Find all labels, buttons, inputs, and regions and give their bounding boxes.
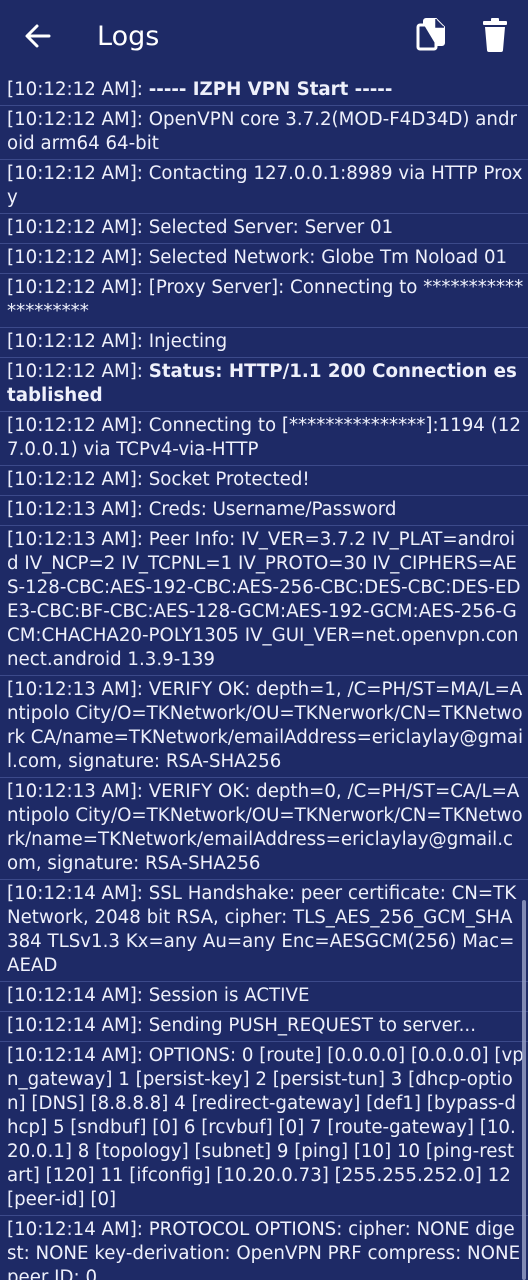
log-entry: [10:12:14 AM]: OPTIONS: 0 [route] [0.0.0… [0,1042,528,1216]
log-entry: [10:12:12 AM]: Status: HTTP/1.1 200 Conn… [0,358,528,412]
log-message: Peer Info: IV_VER=3.7.2 IV_PLAT=android … [7,529,521,670]
app-bar: Logs [0,0,528,76]
arrow-left-icon [25,24,51,48]
log-timestamp: [10:12:12 AM]: [7,331,143,352]
log-timestamp: [10:12:12 AM]: [7,415,143,436]
scrollbar[interactable] [522,900,526,1280]
log-timestamp: [10:12:12 AM]: [7,277,143,298]
log-entry: [10:12:13 AM]: VERIFY OK: depth=1, /C=PH… [0,676,528,778]
log-timestamp: [10:12:13 AM]: [7,499,143,520]
log-timestamp: [10:12:14 AM]: [7,1219,143,1240]
log-entry: [10:12:12 AM]: ----- IZPH VPN Start ----… [0,76,528,106]
log-message: Selected Network: Globe Tm Noload 01 [148,247,508,268]
copy-icon [416,18,445,51]
log-timestamp: [10:12:14 AM]: [7,883,143,904]
log-timestamp: [10:12:13 AM]: [7,781,143,802]
log-message: Socket Protected! [148,469,310,490]
log-timestamp: [10:12:12 AM]: [7,79,143,100]
page-title: Logs [97,21,160,52]
log-entry: [10:12:14 AM]: Sending PUSH_REQUEST to s… [0,1012,528,1042]
log-message: Selected Server: Server 01 [148,217,394,238]
log-entry: [10:12:13 AM]: Peer Info: IV_VER=3.7.2 I… [0,526,528,676]
log-message: Injecting [148,331,228,352]
log-message: Sending PUSH_REQUEST to server... [148,1015,476,1036]
log-message: ----- IZPH VPN Start ----- [148,79,393,100]
log-timestamp: [10:12:12 AM]: [7,247,143,268]
log-entry: [10:12:13 AM]: VERIFY OK: depth=0, /C=PH… [0,778,528,880]
log-timestamp: [10:12:12 AM]: [7,109,143,130]
log-entry: [10:12:12 AM]: Connecting to [**********… [0,412,528,466]
log-entry: [10:12:12 AM]: OpenVPN core 3.7.2(MOD-F4… [0,106,528,160]
log-timestamp: [10:12:14 AM]: [7,1015,143,1036]
log-entry: [10:12:12 AM]: [Proxy Server]: Connectin… [0,274,528,328]
log-timestamp: [10:12:13 AM]: [7,679,143,700]
log-entry: [10:12:12 AM]: Selected Server: Server 0… [0,214,528,244]
log-timestamp: [10:12:14 AM]: [7,1045,143,1066]
log-entry: [10:12:12 AM]: Contacting 127.0.0.1:8989… [0,160,528,214]
log-timestamp: [10:12:12 AM]: [7,361,143,382]
log-entry: [10:12:14 AM]: SSL Handshake: peer certi… [0,880,528,982]
back-button[interactable] [20,18,56,54]
log-message: Creds: Username/Password [148,499,397,520]
log-entry: [10:12:12 AM]: Injecting [0,328,528,358]
log-list[interactable]: [10:12:12 AM]: ----- IZPH VPN Start ----… [0,76,528,1280]
trash-icon [483,18,507,52]
log-entry: [10:12:12 AM]: Selected Network: Globe T… [0,244,528,274]
log-entry: [10:12:13 AM]: Creds: Username/Password [0,496,528,526]
log-timestamp: [10:12:12 AM]: [7,163,143,184]
log-timestamp: [10:12:13 AM]: [7,529,143,550]
log-entry: [10:12:14 AM]: PROTOCOL OPTIONS: cipher:… [0,1216,528,1280]
copy-button[interactable] [414,16,448,54]
log-timestamp: [10:12:12 AM]: [7,217,143,238]
delete-button[interactable] [478,16,512,54]
log-entry: [10:12:12 AM]: Socket Protected! [0,466,528,496]
log-timestamp: [10:12:14 AM]: [7,985,143,1006]
log-entry: [10:12:14 AM]: Session is ACTIVE [0,982,528,1012]
log-message: OPTIONS: 0 [route] [0.0.0.0] [0.0.0.0] [… [7,1045,524,1210]
log-timestamp: [10:12:12 AM]: [7,469,143,490]
log-message: Session is ACTIVE [148,985,310,1006]
